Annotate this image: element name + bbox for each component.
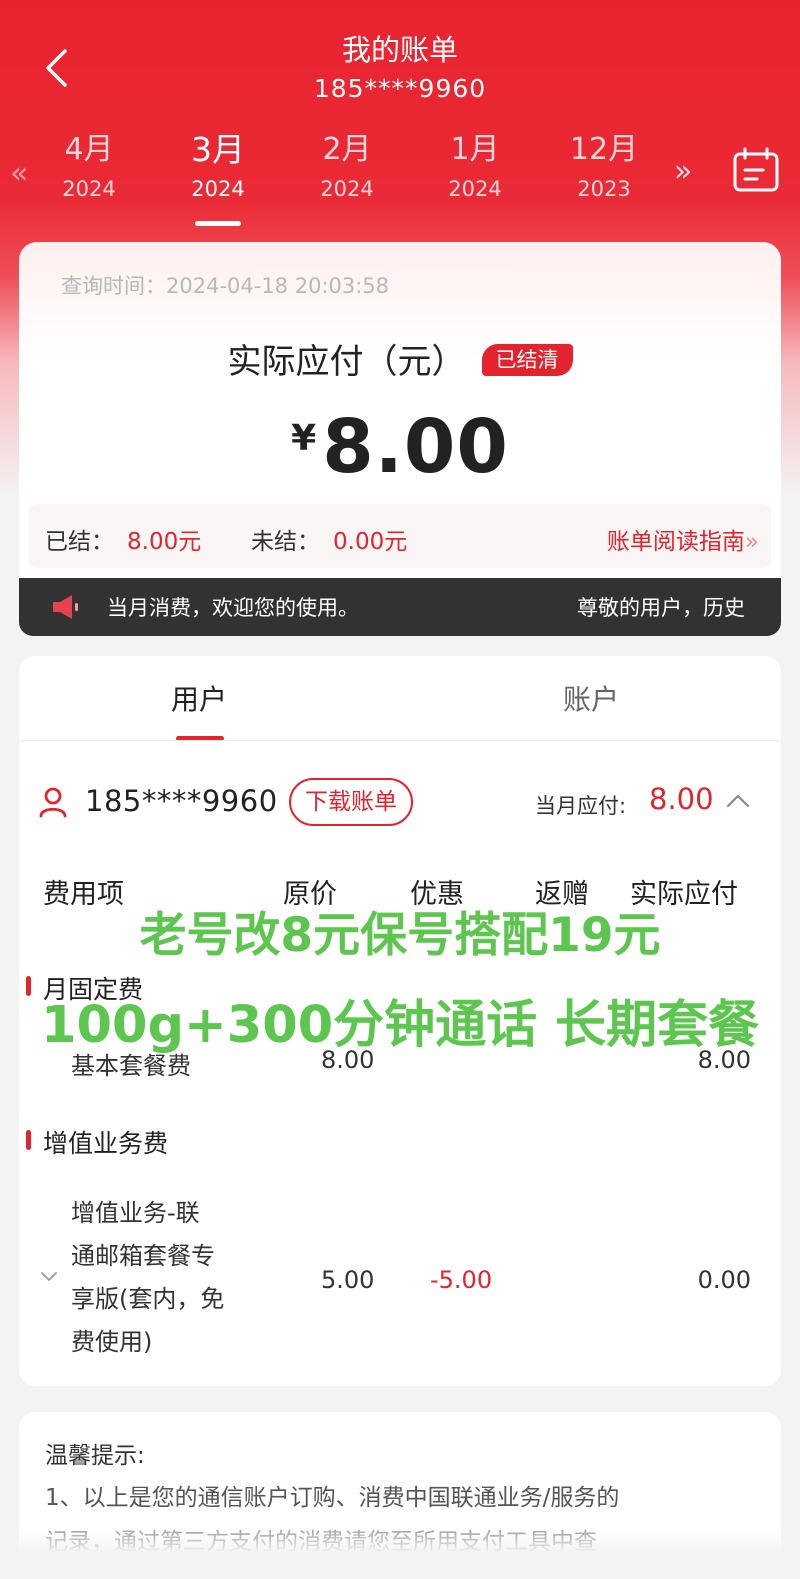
page-title: 我的账单 — [341, 33, 458, 67]
section-marker — [26, 1130, 31, 1150]
amount-due-label: 实际应付（元） — [227, 342, 466, 382]
item-name-line: 享版(套内，免 — [71, 1285, 225, 1313]
calendar-icon — [733, 147, 779, 192]
currency-symbol: ¥ — [291, 418, 317, 459]
user-phone: 185****9960 — [85, 784, 278, 818]
promo-overlay-line-1: 老号改8元保号搭配19元 — [139, 908, 661, 963]
month-tab-2024-01[interactable]: 1月 2024 — [425, 128, 525, 204]
tab-account[interactable]: 账户 — [563, 678, 619, 718]
item-name-line: 费使用) — [71, 1328, 153, 1356]
month-label: 4月 — [64, 132, 114, 167]
notice-text-2: 尊敬的用户，历史 — [577, 596, 745, 620]
calendar-button[interactable] — [732, 146, 780, 194]
page-subtitle-phone: 185****9960 — [313, 74, 487, 103]
settlement-row: 已结： 8.00元 未结： 0.00元 账单阅读指南» — [29, 504, 771, 568]
row-original-price: 5.00 — [321, 1266, 375, 1294]
bill-guide-label: 账单阅读指南 — [606, 529, 745, 555]
double-chevron-right-icon: » — [744, 529, 759, 555]
settled-label: 已结： — [45, 529, 114, 555]
status-badge: 已结清 — [481, 343, 573, 376]
year-label: 2024 — [320, 177, 374, 201]
month-tab-2024-02[interactable]: 2月 2024 — [297, 128, 397, 204]
month-label: 1月 — [450, 132, 500, 167]
row-item-name-multiline: 增值业务-联 通邮箱套餐专 享版(套内，免 费使用) — [71, 1192, 261, 1364]
month-tab-2024-03[interactable]: 3月 2024 — [168, 128, 268, 226]
header-title-group: 我的账单 185****9960 — [0, 30, 800, 106]
tips-title: 温馨提示: — [45, 1443, 145, 1469]
user-icon — [39, 787, 67, 818]
download-bill-button[interactable]: 下载账单 — [289, 778, 413, 826]
settled-value: 8.00元 — [127, 529, 202, 555]
double-chevron-right-icon[interactable]: » — [674, 154, 692, 189]
bill-summary-card: 查询时间：2024-04-18 20:03:58 实际应付（元） 已结清 ¥8.0… — [19, 242, 781, 578]
row-discount: -5.00 — [430, 1266, 493, 1294]
amount-value: 8.00 — [322, 404, 509, 490]
month-selector: « 4月 2024 3月 2024 2月 2024 1月 2024 12月 20… — [0, 128, 800, 228]
promo-overlay-line-2: 100g+300分钟通话 长期套餐 — [41, 996, 759, 1055]
year-label: 2024 — [191, 177, 245, 201]
tab-divider — [19, 740, 781, 741]
month-due-value: 8.00 — [649, 782, 714, 816]
section-title-value-added: 增值业务费 — [43, 1129, 169, 1158]
item-name-line: 通邮箱套餐专 — [71, 1242, 215, 1270]
month-label: 2月 — [322, 132, 372, 167]
tips-line: 1、以上是您的通信账户订购、消费中国联通业务/服务的 — [45, 1485, 620, 1511]
amount-due-heading: 实际应付（元） 已结清 — [19, 334, 781, 383]
month-due-label: 当月应付: — [535, 794, 627, 818]
bill-guide-link[interactable]: 账单阅读指南» — [607, 522, 759, 556]
month-label: 12月 — [569, 132, 639, 167]
notice-marquee[interactable]: 当月消费，欢迎您的使用。 尊敬的用户，历史 — [19, 578, 781, 636]
chevron-up-icon[interactable] — [725, 788, 751, 814]
chevron-down-icon[interactable] — [39, 1266, 59, 1286]
user-row: 185****9960 下载账单 当月应付: 8.00 — [19, 776, 781, 832]
query-time: 查询时间：2024-04-18 20:03:58 — [61, 274, 390, 298]
active-month-indicator — [195, 221, 241, 226]
month-tab-2023-12[interactable]: 12月 2023 — [554, 128, 654, 204]
amount-due: ¥8.00 — [19, 404, 781, 490]
year-label: 2024 — [62, 177, 116, 201]
notice-text-1: 当月消费，欢迎您的使用。 — [107, 596, 359, 620]
month-tab-2024-04[interactable]: 4月 2024 — [39, 128, 139, 204]
month-label: 3月 — [191, 130, 245, 169]
item-name-line: 增值业务-联 — [71, 1199, 200, 1227]
bottom-fade — [0, 1532, 800, 1579]
row-actual-due: 0.00 — [697, 1266, 751, 1294]
unsettled-label: 未结： — [251, 529, 320, 555]
tab-user[interactable]: 用户 — [171, 678, 227, 718]
unsettled-value: 0.00元 — [333, 529, 408, 555]
speaker-icon — [53, 595, 78, 619]
year-label: 2024 — [448, 177, 502, 201]
year-label: 2023 — [577, 177, 631, 201]
double-chevron-left-icon[interactable]: « — [10, 156, 28, 191]
